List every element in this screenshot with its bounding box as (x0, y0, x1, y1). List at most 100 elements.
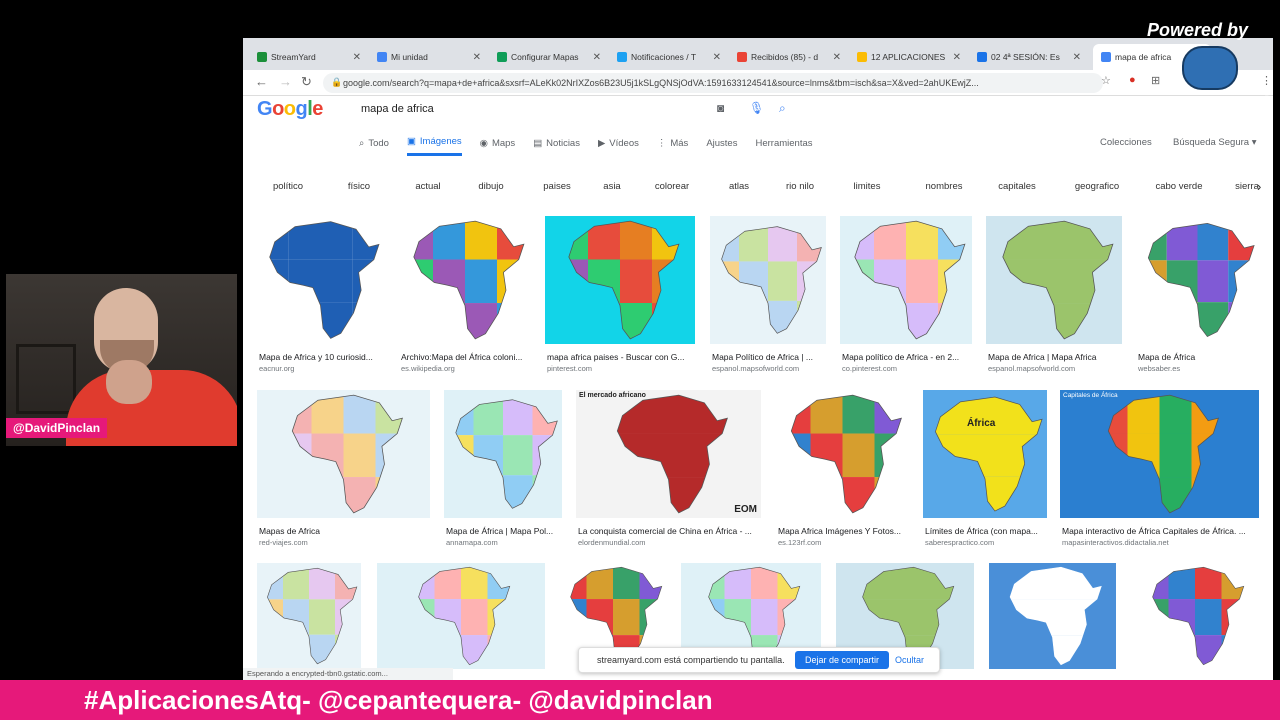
result-thumbnail[interactable] (1131, 563, 1259, 669)
result-thumbnail[interactable] (377, 563, 545, 669)
forward-icon[interactable]: → (279, 74, 292, 89)
chip-9[interactable]: limites (837, 174, 897, 200)
tab-label: Recibidos (85) - d (751, 52, 819, 62)
tab-label: mapa de africa (1115, 52, 1172, 62)
camera-icon[interactable]: ◙ (717, 101, 724, 115)
share-notice: streamyard.com está compartiendo tu pant… (597, 655, 785, 665)
result-thumbnail[interactable] (986, 216, 1122, 344)
result-thumbnail[interactable] (840, 216, 972, 344)
chip-5[interactable]: asia (593, 174, 631, 200)
menu-item-herramientas[interactable]: Herramientas (755, 136, 812, 156)
result-caption[interactable]: La conquista comercial de China en Áfric… (578, 526, 771, 536)
extensions-grid-icon[interactable]: ⊞ (1151, 74, 1160, 87)
result-thumbnail[interactable] (257, 216, 384, 344)
chip-0[interactable]: político (257, 174, 319, 200)
result-thumbnail[interactable] (1136, 216, 1259, 344)
browser-tab[interactable]: Notificaciones / T ✕ (609, 44, 727, 70)
chip-11[interactable]: capitales (985, 174, 1049, 200)
close-tab-icon[interactable]: ✕ (953, 52, 961, 63)
menu-item-imágenes[interactable]: ▣ Imágenes (406, 136, 462, 156)
back-icon[interactable]: ← (255, 74, 268, 89)
browser-menu-icon[interactable]: ⋮ (1261, 74, 1272, 87)
result-thumbnail[interactable]: El mercado africano EOM (576, 390, 761, 518)
browser-tab[interactable]: StreamYard ✕ (249, 44, 367, 70)
screen-share-bar: streamyard.com está compartiendo tu pant… (578, 647, 940, 673)
result-thumbnail[interactable] (257, 563, 361, 669)
result-caption[interactable]: mapa africa paises - Buscar con G... (547, 352, 705, 362)
search-input[interactable]: mapa de africa (351, 96, 807, 122)
close-tab-icon[interactable]: ✕ (713, 52, 721, 63)
result-thumbnail[interactable] (545, 216, 695, 344)
reload-icon[interactable]: ↻ (301, 74, 312, 90)
result-caption[interactable]: Límites de África (con mapa... (925, 526, 1057, 536)
chip-12[interactable]: geografico (1059, 174, 1135, 200)
result-source: websaber.es (1138, 364, 1181, 373)
result-thumbnail[interactable] (776, 390, 909, 518)
close-tab-icon[interactable]: ✕ (1073, 52, 1081, 63)
result-caption[interactable]: Mapa Político de Africa | ... (712, 352, 836, 362)
result-thumbnail[interactable] (257, 390, 430, 518)
google-logo[interactable]: Google (257, 98, 323, 121)
star-icon[interactable]: ☆ (1101, 74, 1111, 87)
menu-item-maps[interactable]: ◉ Maps (480, 136, 516, 156)
browser-tab[interactable]: Recibidos (85) - d ✕ (729, 44, 847, 70)
result-thumbnail[interactable] (989, 563, 1116, 669)
browser-tab[interactable]: 12 APLICACIONES ✕ (849, 44, 967, 70)
result-thumbnail[interactable] (710, 216, 826, 344)
menu-item-vídeos[interactable]: ▶ Vídeos (598, 136, 639, 156)
stop-sharing-button[interactable]: Dejar de compartir (795, 651, 890, 669)
africa-map-icon (1147, 223, 1255, 338)
browser-tab[interactable]: Configurar Mapas ✕ (489, 44, 607, 70)
menu-item-noticias[interactable]: ▤ Noticias (533, 136, 580, 156)
result-thumbnail[interactable]: Capitales de África (1060, 390, 1259, 518)
close-tab-icon[interactable]: ✕ (353, 52, 361, 63)
close-tab-icon[interactable]: ✕ (593, 52, 601, 63)
result-caption[interactable]: Mapa interactivo de África Capitales de … (1062, 526, 1269, 536)
close-tab-icon[interactable]: ✕ (473, 52, 481, 63)
africa-map-icon (721, 226, 822, 334)
result-caption[interactable]: Mapa Africa Imágenes Y Fotos... (778, 526, 919, 536)
result-source: annamapa.com (446, 538, 498, 547)
hide-share-button[interactable]: Ocultar (895, 655, 924, 665)
tab-favicon-icon (1101, 52, 1111, 62)
search-icon[interactable]: ⌕ (779, 101, 786, 116)
chip-8[interactable]: rio nilo (769, 174, 831, 200)
tab-bar: StreamYard ✕ Mi unidad ✕ Configurar Mapas ✕ No… (243, 38, 1273, 70)
chevron-right-icon[interactable]: › (1257, 179, 1261, 194)
menu-item-todo[interactable]: ⌕ Todo (359, 136, 389, 156)
extension-icon[interactable]: ● (1129, 74, 1136, 86)
chip-7[interactable]: atlas (717, 174, 761, 200)
africa-map-icon (267, 567, 358, 665)
result-caption[interactable]: Mapas de Africa (259, 526, 440, 536)
result-source: eacnur.org (259, 364, 295, 373)
result-caption[interactable]: Mapa de África | Mapa Pol... (446, 526, 572, 536)
collections-link[interactable]: Colecciones (1100, 137, 1152, 148)
browser-tab[interactable]: Mi unidad ✕ (369, 44, 487, 70)
chip-10[interactable]: nombres (909, 174, 979, 200)
menu-item-ajustes[interactable]: Ajustes (706, 136, 737, 156)
chip-4[interactable]: paises (527, 174, 587, 200)
result-thumbnail[interactable] (399, 216, 531, 344)
tab-favicon-icon (977, 52, 987, 62)
menu-item-más[interactable]: ⋮ Más (657, 136, 688, 156)
chip-3[interactable]: dibujo (463, 174, 519, 200)
result-caption[interactable]: Mapa político de Africa - en 2... (842, 352, 982, 362)
chip-1[interactable]: físico (331, 174, 387, 200)
streamyard-logo: StreamYard (1134, 92, 1268, 119)
browser-tab[interactable]: 02 4ª SESIÓN: Es ✕ (969, 44, 1087, 70)
result-caption[interactable]: Archivo:Mapa del África coloni... (401, 352, 541, 362)
chip-6[interactable]: colorear (637, 174, 707, 200)
result-caption[interactable]: Mapa de Africa | Mapa Africa (988, 352, 1132, 362)
microphone-icon[interactable]: 🎙 (749, 101, 764, 115)
safesearch-dropdown[interactable]: Búsqueda Segura ▾ (1173, 137, 1256, 148)
chip-2[interactable]: actual (399, 174, 457, 200)
url-field[interactable]: google.com/search?q=mapa+de+africa&sxsrf… (323, 73, 1103, 93)
result-thumbnail[interactable]: África (923, 390, 1047, 518)
result-caption[interactable]: Mapa de África (1138, 352, 1269, 362)
result-thumbnail[interactable] (444, 390, 562, 518)
result-caption[interactable]: Mapa de Africa y 10 curiosid... (259, 352, 394, 362)
menu-item-label: Más (670, 137, 689, 149)
tab-label: StreamYard (271, 52, 316, 62)
chip-13[interactable]: cabo verde (1145, 174, 1213, 200)
close-tab-icon[interactable]: ✕ (833, 52, 841, 63)
